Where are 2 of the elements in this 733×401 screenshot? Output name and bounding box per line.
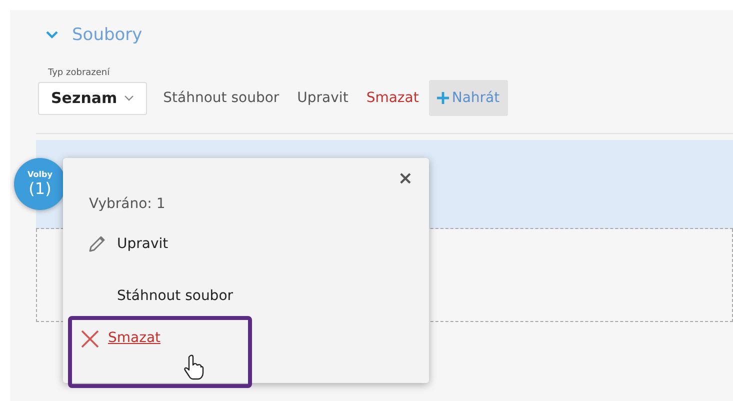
field-label: Typ zobrazení: [48, 68, 111, 78]
selection-count: Vybráno: 1: [89, 196, 166, 214]
